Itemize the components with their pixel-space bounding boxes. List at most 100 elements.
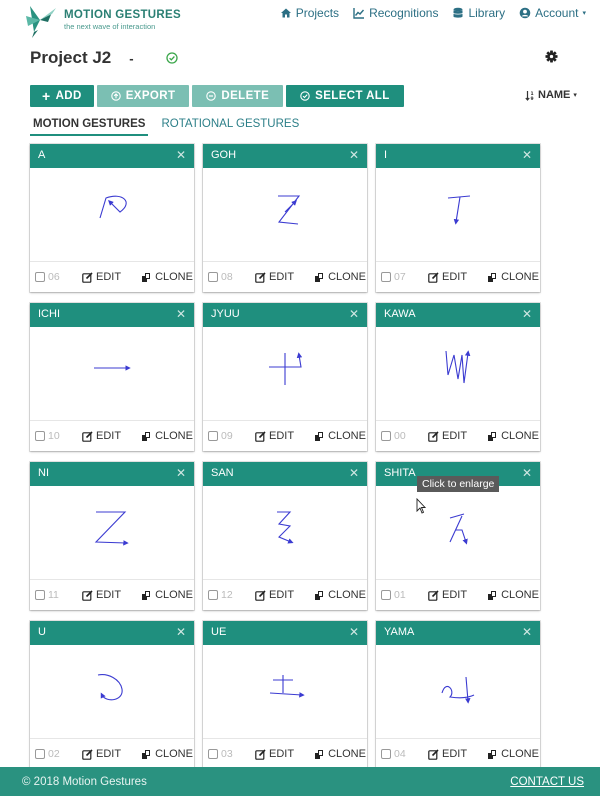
select-checkbox[interactable] — [35, 590, 45, 600]
close-icon[interactable]: ✕ — [522, 466, 532, 480]
select-checkbox[interactable] — [381, 272, 391, 282]
gesture-card-header: U ✕ — [30, 621, 194, 645]
gesture-preview[interactable] — [203, 486, 367, 580]
gesture-drawing — [277, 195, 301, 225]
home-icon — [280, 8, 291, 18]
close-icon[interactable]: ✕ — [522, 625, 532, 639]
select-checkbox[interactable] — [35, 272, 45, 282]
close-icon[interactable]: ✕ — [349, 466, 359, 480]
select-checkbox[interactable] — [208, 749, 218, 759]
select-checkbox[interactable] — [208, 431, 218, 441]
gesture-card-header: A ✕ — [30, 144, 194, 168]
select-checkbox[interactable] — [208, 590, 218, 600]
clone-button[interactable]: CLONE — [487, 748, 539, 760]
gesture-preview[interactable] — [376, 486, 540, 580]
gesture-preview[interactable] — [30, 486, 194, 580]
close-icon[interactable]: ✕ — [522, 307, 532, 321]
gesture-drawing — [97, 674, 123, 701]
edit-button[interactable]: EDIT — [428, 589, 467, 601]
clone-icon — [488, 272, 497, 282]
edit-button[interactable]: EDIT — [255, 430, 294, 442]
edit-button[interactable]: EDIT — [82, 589, 121, 601]
gesture-preview[interactable] — [376, 168, 540, 262]
edit-button[interactable]: EDIT — [428, 748, 467, 760]
select-checkbox[interactable] — [381, 749, 391, 759]
clone-button[interactable]: CLONE — [487, 589, 539, 601]
clone-button[interactable]: CLONE — [314, 589, 366, 601]
edit-icon — [428, 430, 439, 442]
brand-logo[interactable]: MOTION GESTURES the next wave of interac… — [22, 2, 181, 38]
contact-us-link[interactable]: CONTACT US — [510, 776, 584, 788]
edit-label: EDIT — [269, 589, 295, 601]
gesture-preview[interactable] — [30, 645, 194, 739]
sort-dropdown[interactable]: 19 NAME ▾ — [525, 89, 577, 101]
clone-button[interactable]: CLONE — [141, 430, 193, 442]
gesture-preview[interactable] — [203, 327, 367, 421]
edit-button[interactable]: EDIT — [255, 271, 294, 283]
gesture-card-footer: 07 EDIT CLONE — [376, 262, 540, 292]
gesture-card-header: YAMA ✕ — [376, 621, 540, 645]
clone-button[interactable]: CLONE — [487, 430, 539, 442]
gesture-preview[interactable] — [376, 645, 540, 739]
edit-icon — [428, 589, 439, 601]
clone-button[interactable]: CLONE — [487, 271, 539, 283]
gesture-preview[interactable] — [203, 645, 367, 739]
select-checkbox[interactable] — [381, 431, 391, 441]
edit-button[interactable]: EDIT — [255, 589, 294, 601]
add-button[interactable]: + ADD — [30, 85, 94, 107]
clone-label: CLONE — [501, 589, 539, 601]
nav-projects-label: Projects — [295, 6, 340, 20]
check-circle-icon — [300, 91, 310, 101]
delete-button[interactable]: DELETE — [192, 85, 284, 107]
close-icon[interactable]: ✕ — [349, 625, 359, 639]
gesture-card-header: GOH ✕ — [203, 144, 367, 168]
clone-button[interactable]: CLONE — [314, 271, 366, 283]
close-icon[interactable]: ✕ — [349, 307, 359, 321]
export-button[interactable]: EXPORT — [96, 85, 190, 107]
gesture-card-footer: 08 EDIT CLONE — [203, 262, 367, 292]
clone-button[interactable]: CLONE — [141, 271, 193, 283]
nav-recognitions[interactable]: Recognitions — [353, 6, 438, 20]
edit-button[interactable]: EDIT — [255, 748, 294, 760]
clone-button[interactable]: CLONE — [141, 589, 193, 601]
select-checkbox[interactable] — [208, 272, 218, 282]
gesture-drawing — [445, 350, 471, 384]
gear-icon[interactable] — [545, 50, 558, 63]
gesture-drawing — [269, 327, 367, 385]
select-checkbox[interactable] — [381, 590, 391, 600]
clone-button[interactable]: CLONE — [314, 748, 366, 760]
gesture-preview[interactable] — [376, 327, 540, 421]
clone-label: CLONE — [501, 271, 539, 283]
close-icon[interactable]: ✕ — [522, 148, 532, 162]
select-all-button[interactable]: SELECT ALL — [286, 85, 404, 107]
close-icon[interactable]: ✕ — [176, 307, 186, 321]
gesture-preview[interactable] — [203, 168, 367, 262]
close-icon[interactable]: ✕ — [176, 625, 186, 639]
gesture-card-header: SAN ✕ — [203, 462, 367, 486]
edit-label: EDIT — [96, 430, 122, 442]
clone-button[interactable]: CLONE — [314, 430, 366, 442]
tab-motion-gestures[interactable]: MOTION GESTURES — [30, 117, 149, 136]
tab-rotational-gestures[interactable]: ROTATIONAL GESTURES — [158, 117, 302, 136]
edit-button[interactable]: EDIT — [82, 748, 121, 760]
close-icon[interactable]: ✕ — [349, 148, 359, 162]
nav-account[interactable]: Account ▾ — [519, 6, 586, 20]
nav-library[interactable]: Library — [452, 6, 505, 20]
clone-icon — [315, 590, 324, 600]
edit-button[interactable]: EDIT — [428, 271, 467, 283]
select-checkbox[interactable] — [35, 749, 45, 759]
select-checkbox[interactable] — [35, 431, 45, 441]
nav-projects[interactable]: Projects — [280, 6, 339, 20]
edit-label: EDIT — [442, 271, 468, 283]
project-dash[interactable]: - — [129, 51, 133, 66]
edit-button[interactable]: EDIT — [82, 430, 121, 442]
plus-icon: + — [42, 88, 51, 104]
gesture-preview[interactable] — [30, 327, 194, 421]
gesture-preview[interactable] — [30, 168, 194, 262]
clone-button[interactable]: CLONE — [141, 748, 193, 760]
close-icon[interactable]: ✕ — [176, 148, 186, 162]
close-icon[interactable]: ✕ — [176, 466, 186, 480]
gesture-number: 12 — [221, 589, 233, 601]
edit-button[interactable]: EDIT — [82, 271, 121, 283]
edit-button[interactable]: EDIT — [428, 430, 467, 442]
